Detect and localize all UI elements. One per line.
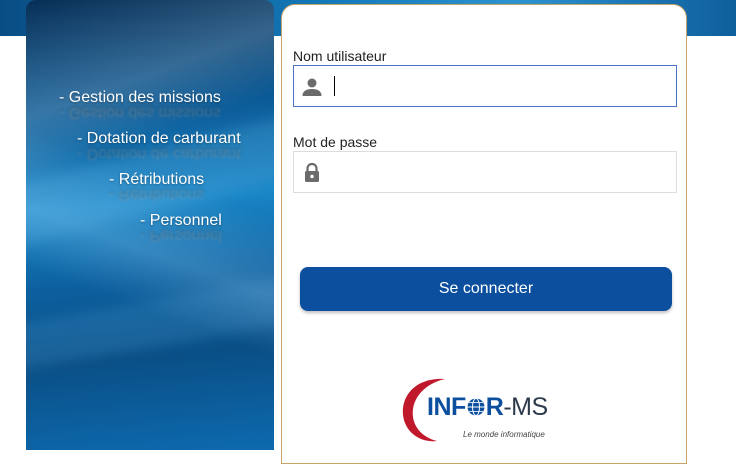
password-field[interactable] (293, 151, 677, 193)
feature-item-retributions: - Rétributions - Rétributions (109, 171, 205, 203)
text-caret (334, 76, 335, 96)
password-input[interactable] (334, 158, 664, 186)
password-label: Mot de passe (293, 134, 378, 150)
globe-icon (467, 398, 485, 416)
login-form: Nom utilisateur Mot de passe Se connecte… (281, 4, 687, 464)
logo-tagline: Le monde informatique (463, 430, 545, 439)
user-icon (300, 75, 324, 99)
feature-item-missions: - Gestion des missions - Gestion des mis… (59, 89, 221, 121)
username-field[interactable] (293, 65, 677, 107)
username-label: Nom utilisateur (293, 48, 387, 64)
lock-icon (300, 161, 324, 185)
company-logo: INF R-MS Le monde informatique (399, 375, 559, 445)
logo-wordmark: INF R-MS (427, 393, 548, 421)
feature-item-carburant: - Dotation de carburant - Dotation de ca… (77, 130, 241, 162)
username-input[interactable] (334, 72, 664, 100)
feature-item-personnel: - Personnel - Personnel (140, 212, 222, 244)
login-button[interactable]: Se connecter (300, 267, 672, 311)
